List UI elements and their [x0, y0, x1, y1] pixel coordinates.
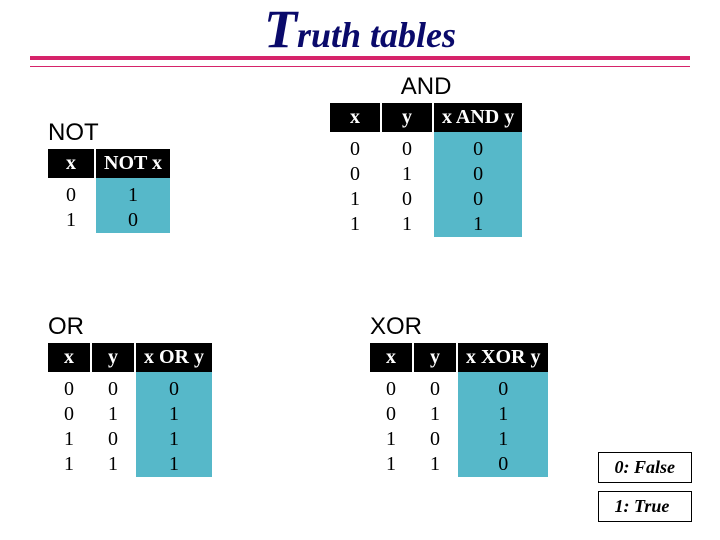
page-title: Truth tables — [264, 2, 456, 56]
cell: 0 — [433, 162, 522, 187]
truth-table-or: OR x y x OR y 0 0 0 0 1 1 1 0 1 — [48, 313, 212, 477]
cell: 0 — [48, 402, 91, 427]
table-row: 0 1 1 — [48, 402, 212, 427]
truth-table-and: AND x y x AND y 0 0 0 0 1 0 1 0 0 — [330, 73, 522, 237]
table-row: 1 1 0 — [370, 452, 548, 477]
page-title-wrap: Truth tables — [0, 0, 720, 56]
table-row: 0 0 0 — [48, 372, 212, 402]
cell: 1 — [457, 427, 548, 452]
col-header: x AND y — [433, 103, 522, 132]
cell: 0 — [413, 427, 457, 452]
cell: 1 — [48, 427, 91, 452]
cell: 1 — [91, 452, 135, 477]
cell: 1 — [457, 402, 548, 427]
cell: 1 — [48, 452, 91, 477]
table-row: 1 0 0 — [330, 187, 522, 212]
table-row: 0 1 1 — [370, 402, 548, 427]
col-header: y — [413, 343, 457, 372]
table-row: 1 1 1 — [330, 212, 522, 237]
table-row: 0 0 0 — [330, 132, 522, 162]
table-not: x NOT x 0 1 1 0 — [48, 149, 170, 233]
col-header: x OR y — [135, 343, 212, 372]
cell: 0 — [370, 372, 413, 402]
cell: 0 — [330, 132, 381, 162]
cell: 0 — [433, 132, 522, 162]
cell: 0 — [457, 372, 548, 402]
cell: 1 — [330, 212, 381, 237]
table-row: 0 1 0 — [330, 162, 522, 187]
table-label-and: AND — [330, 73, 522, 101]
col-header: x — [330, 103, 381, 132]
truth-table-not: NOT x NOT x 0 1 1 0 — [48, 119, 170, 233]
col-header: x — [48, 149, 95, 178]
cell: 0 — [95, 208, 170, 233]
cell: 1 — [413, 402, 457, 427]
cell: 0 — [91, 427, 135, 452]
cell: 0 — [381, 132, 433, 162]
title-first-letter: T — [264, 0, 297, 59]
cell: 1 — [433, 212, 522, 237]
cell: 0 — [48, 372, 91, 402]
title-rest: ruth tables — [297, 15, 456, 55]
table-or: x y x OR y 0 0 0 0 1 1 1 0 1 1 1 — [48, 343, 212, 477]
cell: 0 — [433, 187, 522, 212]
truth-table-xor: XOR x y x XOR y 0 0 0 0 1 1 1 0 1 — [370, 313, 548, 477]
legend-true: 1: True — [598, 491, 693, 522]
table-header-row: x y x XOR y — [370, 343, 548, 372]
table-row: 0 1 — [48, 178, 170, 208]
cell: 1 — [413, 452, 457, 477]
cell: 1 — [95, 178, 170, 208]
cell: 0 — [330, 162, 381, 187]
col-header: NOT x — [95, 149, 170, 178]
table-header-row: x y x OR y — [48, 343, 212, 372]
cell: 1 — [135, 427, 212, 452]
cell: 1 — [381, 162, 433, 187]
table-row: 1 0 1 — [370, 427, 548, 452]
cell: 1 — [330, 187, 381, 212]
col-header: y — [91, 343, 135, 372]
cell: 1 — [381, 212, 433, 237]
cell: 0 — [91, 372, 135, 402]
legend-false: 0: False — [598, 452, 693, 483]
table-row: 1 0 — [48, 208, 170, 233]
cell: 1 — [135, 452, 212, 477]
table-row: 0 0 0 — [370, 372, 548, 402]
cell: 0 — [135, 372, 212, 402]
table-row: 1 1 1 — [48, 452, 212, 477]
col-header: x — [48, 343, 91, 372]
title-underline-thick — [30, 56, 690, 60]
col-header: x — [370, 343, 413, 372]
table-header-row: x y x AND y — [330, 103, 522, 132]
col-header: y — [381, 103, 433, 132]
table-xor: x y x XOR y 0 0 0 0 1 1 1 0 1 1 1 — [370, 343, 548, 477]
table-label-xor: XOR — [370, 313, 548, 341]
cell: 1 — [135, 402, 212, 427]
table-label-or: OR — [48, 313, 212, 341]
cell: 0 — [48, 178, 95, 208]
title-underline-thin — [30, 66, 690, 67]
table-row: 1 0 1 — [48, 427, 212, 452]
table-label-not: NOT — [48, 119, 170, 147]
content-area: AND x y x AND y 0 0 0 0 1 0 1 0 0 — [0, 73, 720, 77]
table-header-row: x NOT x — [48, 149, 170, 178]
cell: 1 — [370, 427, 413, 452]
cell: 0 — [413, 372, 457, 402]
cell: 0 — [370, 402, 413, 427]
col-header: x XOR y — [457, 343, 548, 372]
legend: 0: False 1: True — [598, 444, 693, 522]
cell: 0 — [457, 452, 548, 477]
cell: 1 — [91, 402, 135, 427]
table-and: x y x AND y 0 0 0 0 1 0 1 0 0 1 1 — [330, 103, 522, 237]
cell: 1 — [48, 208, 95, 233]
cell: 1 — [370, 452, 413, 477]
cell: 0 — [381, 187, 433, 212]
